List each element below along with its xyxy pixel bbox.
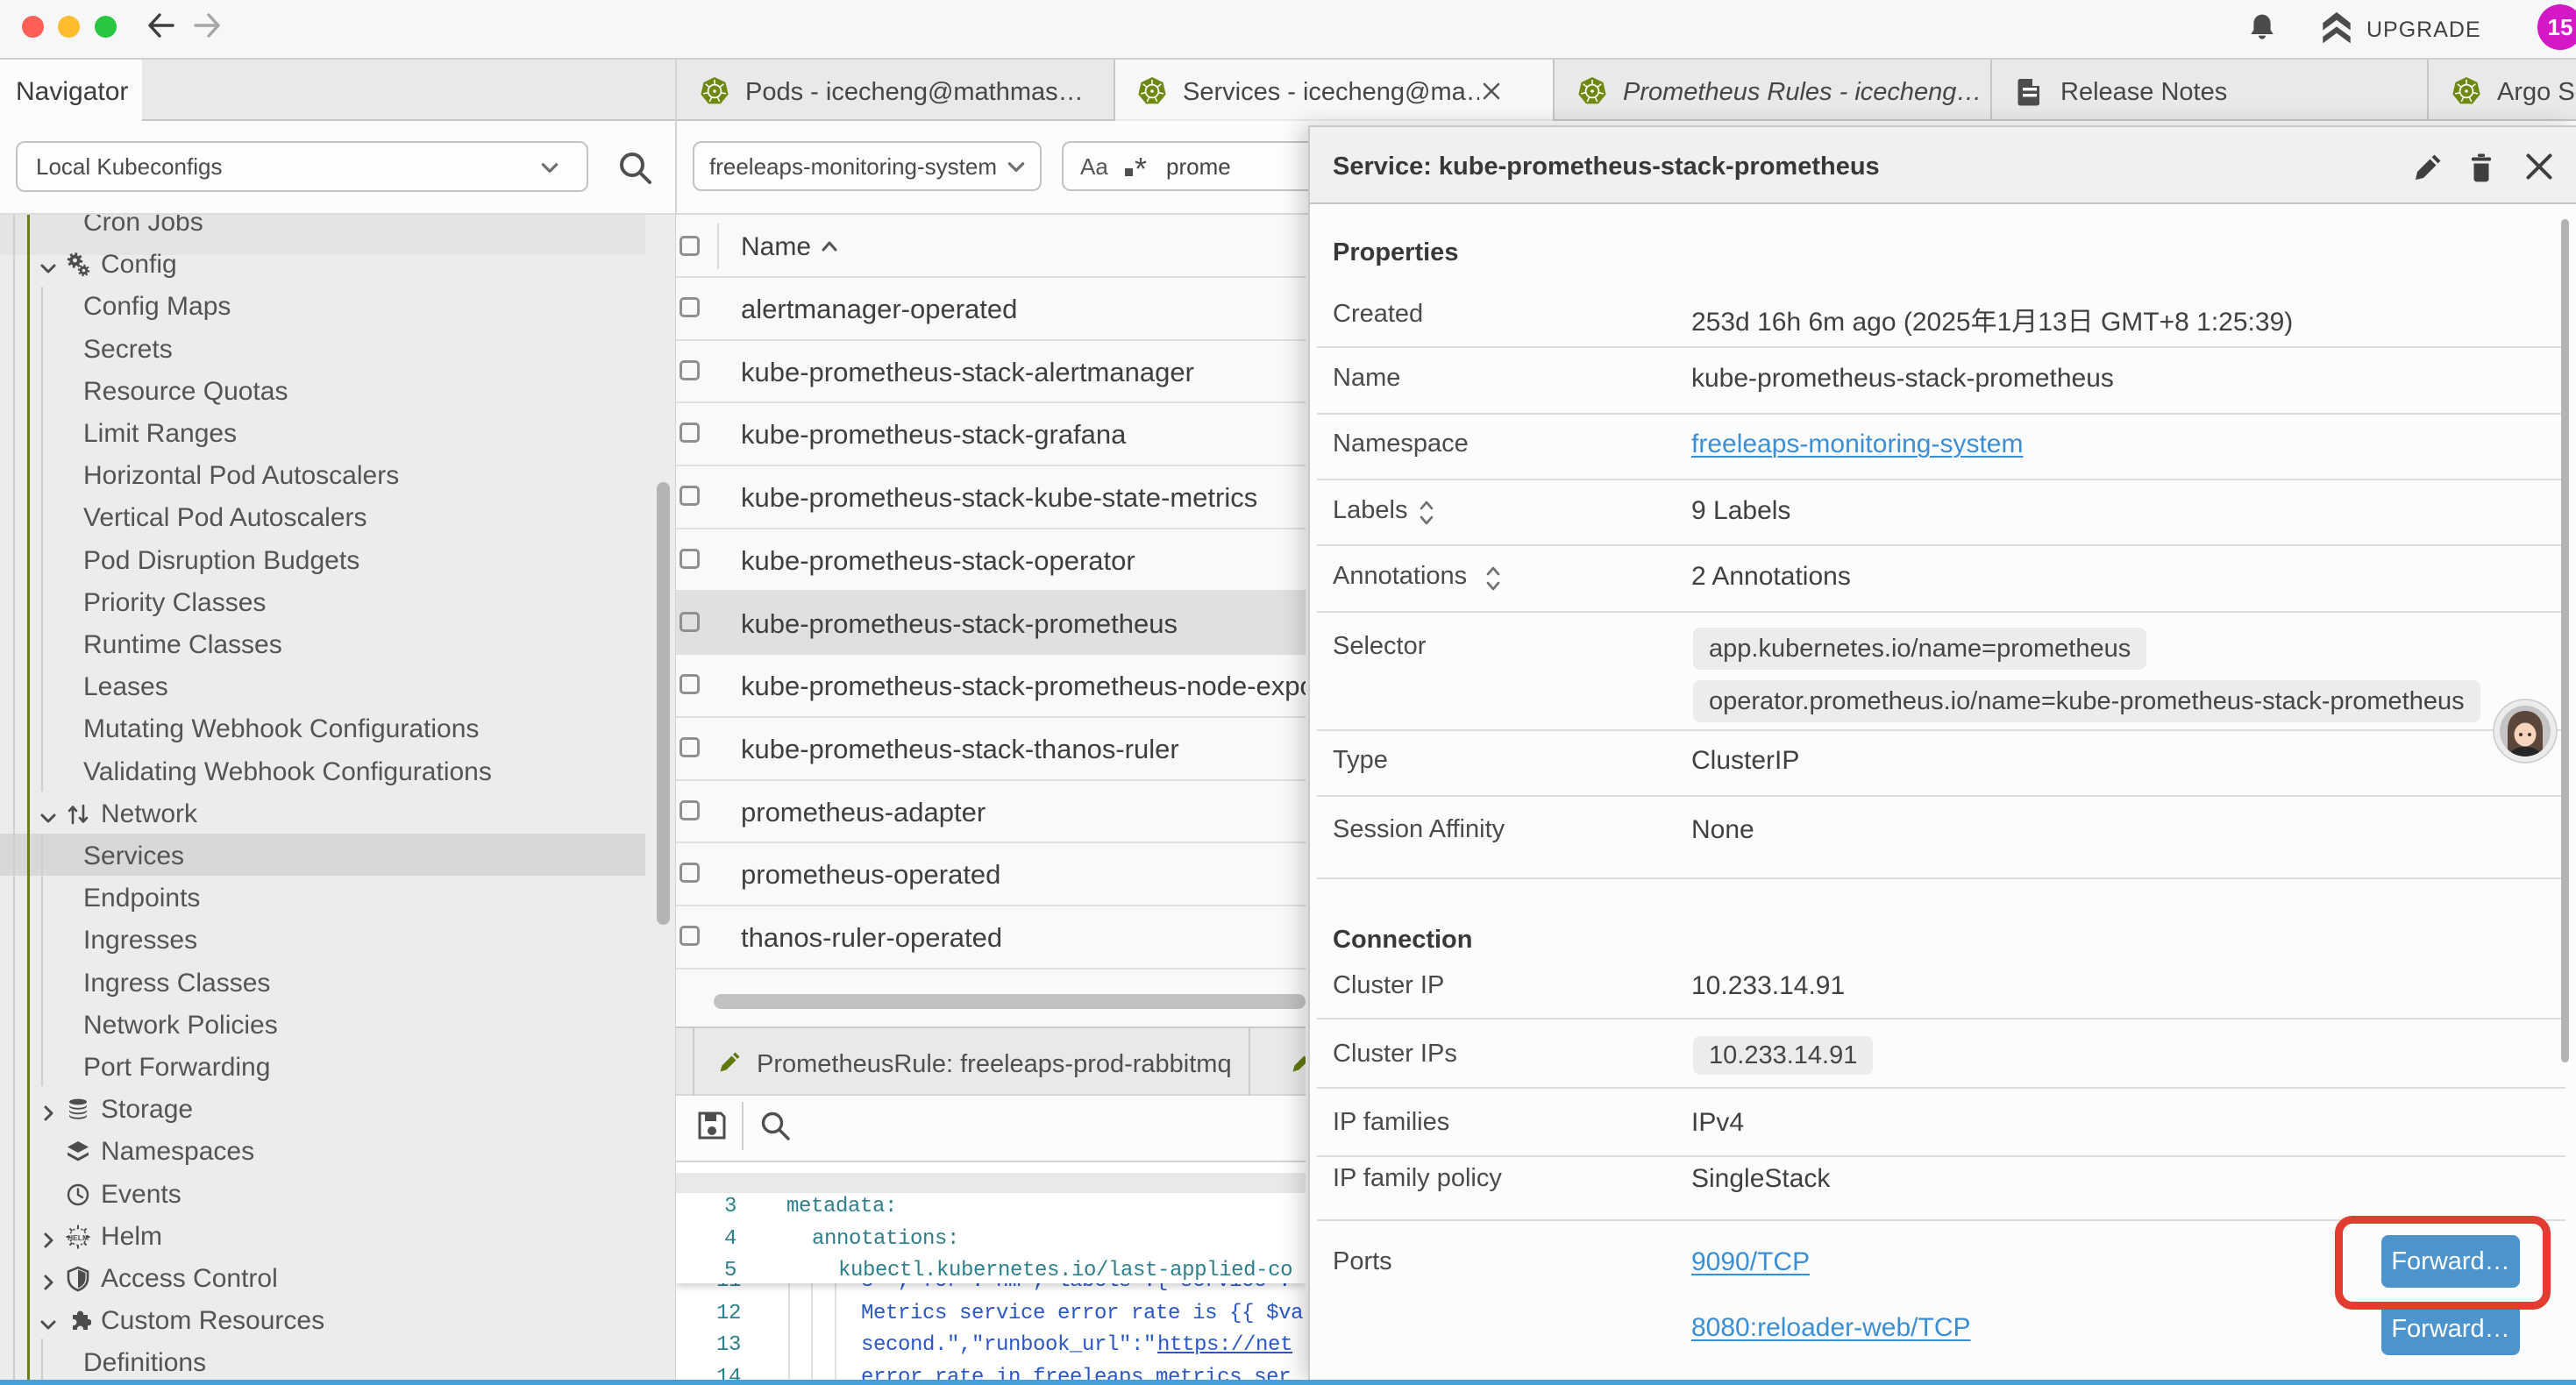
svg-text:*: * — [1135, 151, 1147, 184]
svg-text:HELM: HELM — [68, 1233, 89, 1242]
